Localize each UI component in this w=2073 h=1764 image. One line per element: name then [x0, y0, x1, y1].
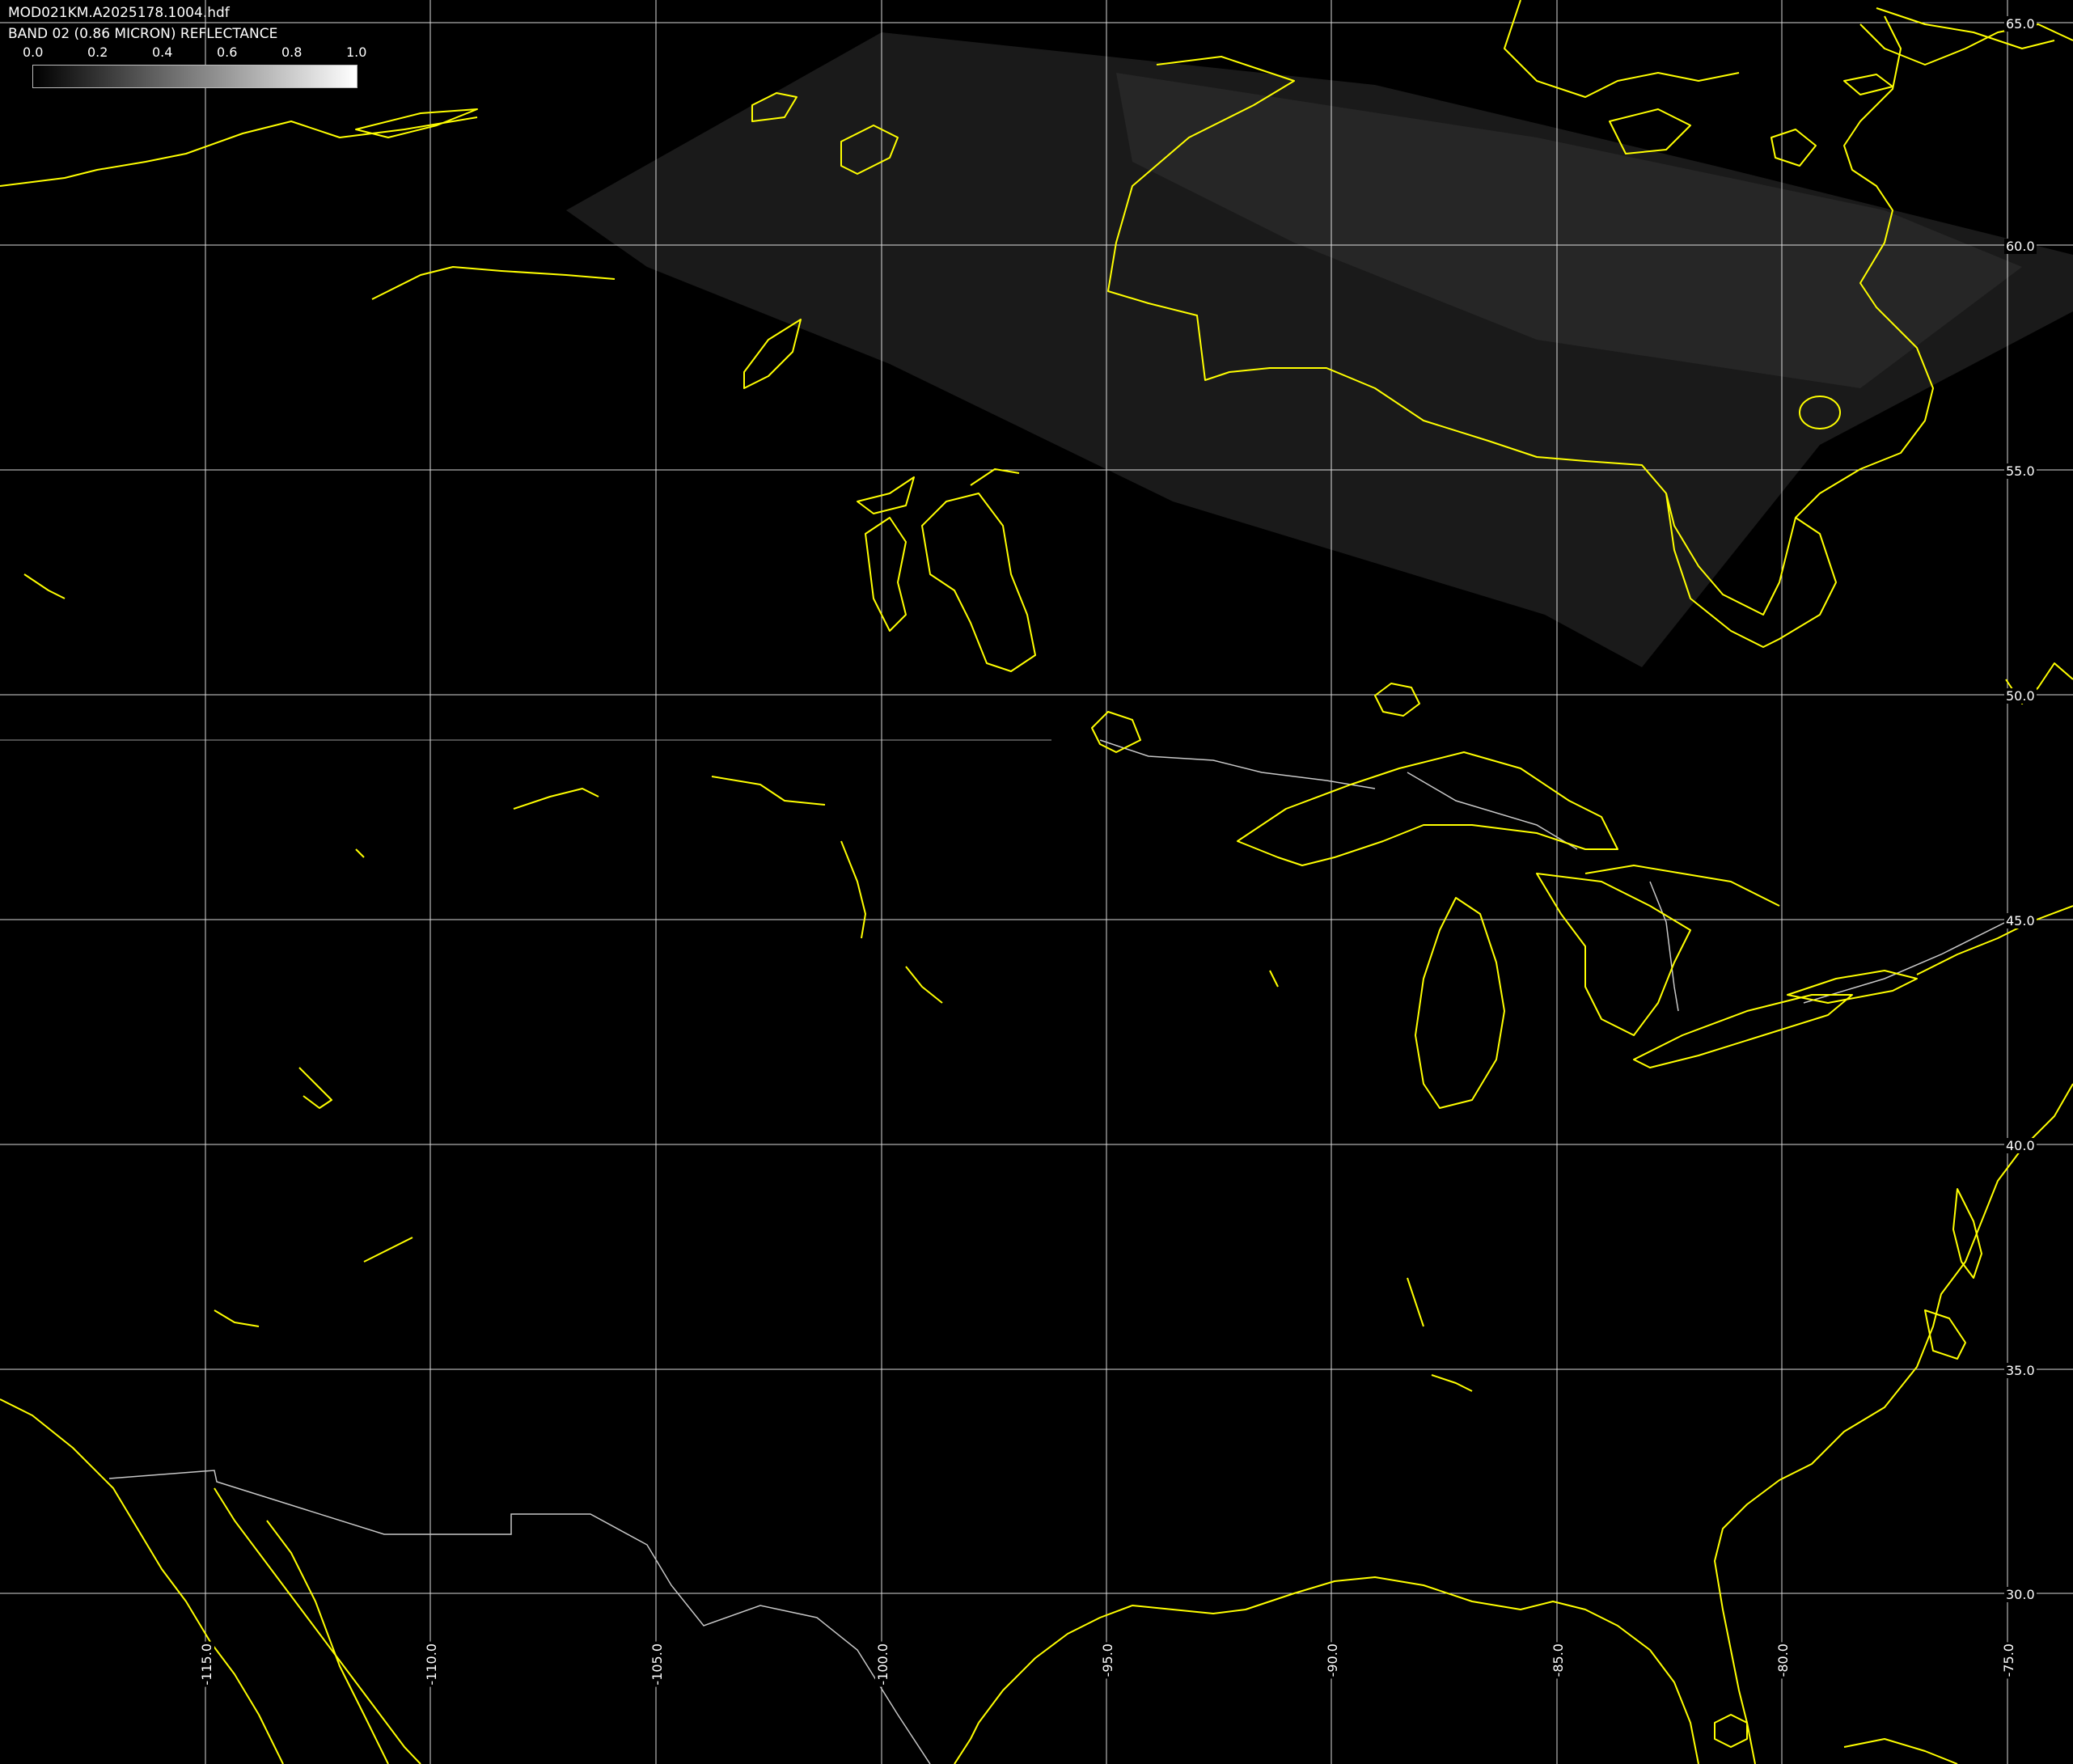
st-lawrence	[1916, 905, 2073, 975]
colorbar-tick: 0.8	[281, 44, 302, 60]
lake-michigan	[1415, 897, 1505, 1109]
baja-coast	[0, 1398, 284, 1764]
lon-label: -105.0	[649, 1642, 665, 1687]
great-salt-lake	[298, 1067, 332, 1109]
idaho-lake	[355, 848, 365, 858]
us-canada-border-east	[1803, 921, 2007, 1004]
alaska-peninsula	[371, 266, 616, 300]
chesapeake-bay	[1952, 1188, 1982, 1279]
lake-erie	[1633, 994, 1853, 1068]
colorbar-tick: 0.0	[23, 44, 44, 60]
missouri-res-2	[1269, 970, 1279, 988]
lon-label: -100.0	[875, 1642, 891, 1687]
file-name-label: MOD021KM.A2025178.1004.hdf	[8, 5, 230, 21]
salton-region	[214, 1309, 260, 1327]
lat-label: 65.0	[2004, 16, 2037, 32]
lake-superior	[1237, 751, 1618, 866]
lon-label: -75.0	[2001, 1642, 2016, 1679]
colorbar-tick: 0.4	[152, 44, 173, 60]
us-mexico-border	[108, 1470, 931, 1764]
lat-label: 35.0	[2004, 1363, 2037, 1378]
tennessee-river	[1431, 1374, 1473, 1392]
lon-label: -85.0	[1551, 1642, 1566, 1679]
pacific-nw-lake	[23, 573, 66, 599]
lat-label: 50.0	[2004, 688, 2037, 704]
texas-coast	[954, 1722, 979, 1764]
georgian-bay	[1584, 865, 1780, 907]
band-label: BAND 02 (0.86 MICRON) REFLECTANCE	[8, 26, 278, 42]
lake-huron	[1536, 873, 1691, 1036]
us-canada-border	[1099, 739, 1376, 789]
lat-label: 30.0	[2004, 1587, 2037, 1602]
lat-label: 45.0	[2004, 913, 2037, 929]
lake-powell	[363, 1237, 413, 1263]
lake-winnipegosis	[865, 517, 907, 632]
lon-label: -90.0	[1325, 1642, 1340, 1679]
pamlico-sound	[1924, 1309, 1966, 1360]
sask-lake-2	[711, 776, 826, 806]
missouri-res-1	[905, 966, 943, 1004]
lat-label: 55.0	[2004, 463, 2037, 479]
colorbar-tick: 0.2	[87, 44, 108, 60]
reindeer-lake	[857, 476, 915, 514]
lake-athabasca	[743, 319, 802, 389]
michigan-ontario-border	[1649, 881, 1679, 1012]
political-borders	[108, 739, 2007, 1764]
alaska-inlet	[355, 108, 478, 138]
kentucky-lakes	[1407, 1277, 1424, 1327]
alaska-yukon-coast	[0, 116, 478, 187]
lake-of-the-woods	[1091, 711, 1141, 753]
manitoba-lakes	[970, 468, 1020, 486]
colorbar-tick: 1.0	[346, 44, 367, 60]
lake-nipigon	[1374, 683, 1420, 717]
lake-ontario	[1787, 970, 1918, 1004]
northern-islands	[1504, 0, 1740, 98]
sask-lake-1	[513, 788, 599, 810]
florida-keys	[1843, 1738, 1958, 1764]
atlantic-coast	[1714, 1083, 2073, 1764]
lon-label: -110.0	[424, 1642, 439, 1687]
lat-label: 40.0	[2004, 1138, 2037, 1153]
sask-lake-3	[840, 840, 866, 939]
gulf-of-california	[214, 1487, 421, 1764]
lake-winnipeg	[921, 493, 1036, 672]
lon-label: -80.0	[1775, 1642, 1791, 1679]
colorbar-tick: 0.6	[217, 44, 238, 60]
lake-okeechobee	[1714, 1714, 1748, 1748]
satellite-map	[0, 0, 2073, 1764]
lon-label: -115.0	[199, 1642, 214, 1687]
reflectance-colorbar	[32, 65, 357, 88]
lon-label: -95.0	[1100, 1642, 1115, 1679]
mexico-west-coast	[266, 1520, 389, 1764]
lat-label: 60.0	[2004, 239, 2037, 254]
